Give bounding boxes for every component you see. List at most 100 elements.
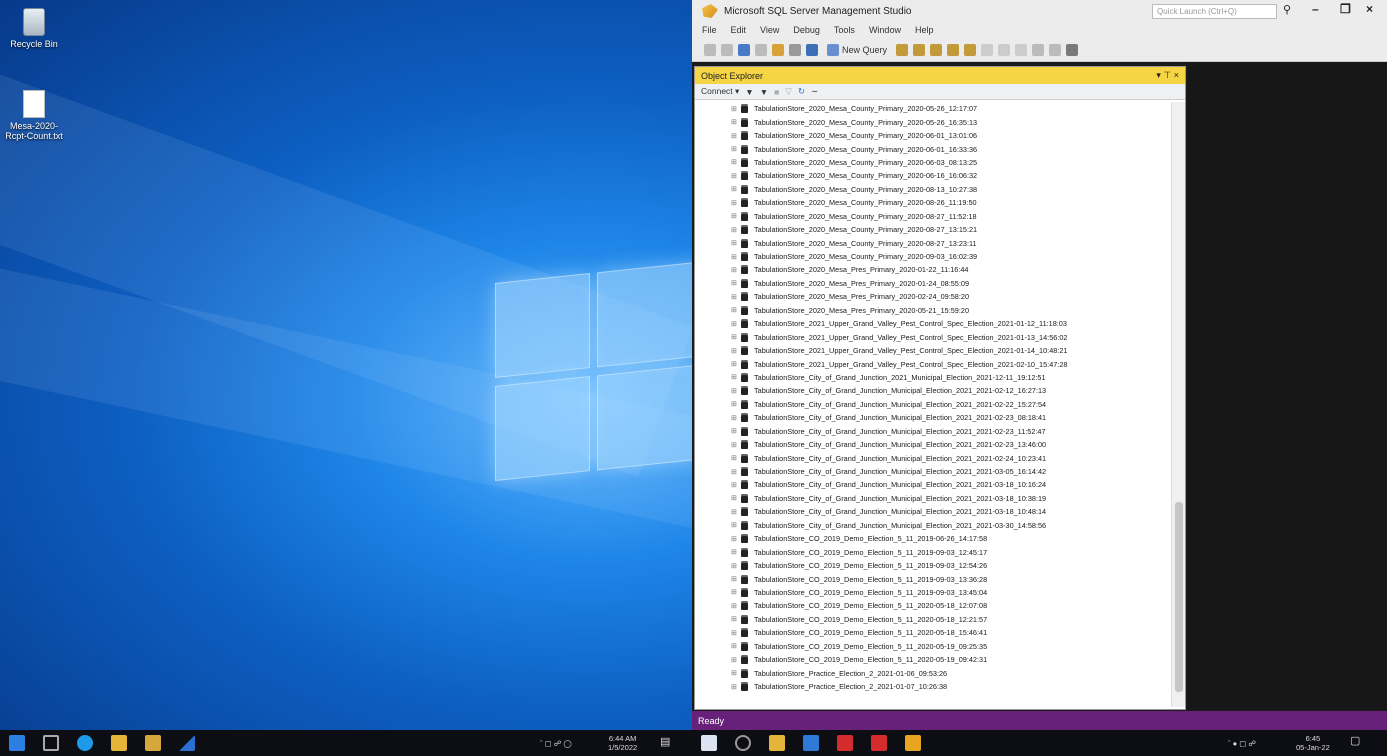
forward-icon[interactable] [721, 43, 733, 56]
database-node[interactable]: ⊞ TabulationStore_CO_2019_Demo_Election_5… [695, 653, 1171, 666]
expand-icon[interactable]: ⊞ [731, 373, 741, 381]
desktop-icon-recycle-bin[interactable]: Recycle Bin [2, 8, 66, 49]
database-node[interactable]: ⊞ TabulationStore_City_of_Grand_Junction_… [695, 505, 1171, 518]
start-icon[interactable] [9, 735, 25, 751]
database-node[interactable]: ⊞ TabulationStore_2020_Mesa_Pres_Primary_… [695, 304, 1171, 317]
expand-icon[interactable]: ⊞ [731, 199, 741, 207]
expand-icon[interactable]: ⊞ [731, 521, 741, 529]
database-query-icon[interactable] [896, 43, 909, 56]
notification-icon[interactable]: ▢ [1350, 736, 1360, 747]
expand-icon[interactable]: ⊞ [731, 548, 741, 556]
analysis-query-icon[interactable] [913, 43, 926, 56]
task-view-icon[interactable] [43, 735, 59, 751]
expand-icon[interactable]: ⊞ [731, 400, 741, 408]
expand-icon[interactable]: ⊞ [731, 588, 741, 596]
database-node[interactable]: ⊞ TabulationStore_CO_2019_Demo_Election_5… [695, 545, 1171, 558]
cut-icon[interactable] [981, 43, 994, 56]
server-manager-icon[interactable] [803, 735, 819, 751]
database-node[interactable]: ⊞ TabulationStore_2020_Mesa_County_Primar… [695, 129, 1171, 142]
database-node[interactable]: ⊞ TabulationStore_2020_Mesa_County_Primar… [695, 156, 1171, 169]
database-node[interactable]: ⊞ TabulationStore_City_of_Grand_Junction_… [695, 411, 1171, 424]
expand-icon[interactable]: ⊞ [731, 333, 741, 341]
clock-right[interactable]: 6:45 05-Jan-22 [1296, 734, 1330, 752]
clock-left[interactable]: 6:44 AM 1/5/2022 [608, 734, 637, 752]
expand-icon[interactable]: ⊞ [731, 414, 741, 422]
expand-icon[interactable]: ⊞ [731, 427, 741, 435]
database-node[interactable]: ⊞ TabulationStore_2020_Mesa_County_Primar… [695, 236, 1171, 249]
database-node[interactable]: ⊞ TabulationStore_CO_2019_Demo_Election_5… [695, 532, 1171, 545]
close-button[interactable]: × [1366, 2, 1373, 16]
new-query-button[interactable]: New Query [827, 43, 887, 56]
menu-edit[interactable]: Edit [731, 25, 747, 35]
folder-icon[interactable] [145, 735, 161, 751]
paste-icon[interactable] [1015, 43, 1028, 56]
expand-icon[interactable]: ⊞ [731, 347, 741, 355]
database-node[interactable]: ⊞ TabulationStore_City_of_Grand_Junction_… [695, 465, 1171, 478]
expand-icon[interactable]: ⊞ [731, 253, 741, 261]
database-node[interactable]: ⊞ TabulationStore_CO_2019_Demo_Election_5… [695, 626, 1171, 639]
database-node[interactable]: ⊞ TabulationStore_CO_2019_Demo_Election_5… [695, 586, 1171, 599]
edge-icon[interactable] [77, 735, 93, 751]
database-node[interactable]: ⊞ TabulationStore_City_of_Grand_Junction_… [695, 478, 1171, 491]
expand-icon[interactable]: ⊞ [731, 105, 741, 113]
database-node[interactable]: ⊞ TabulationStore_CO_2019_Demo_Election_5… [695, 613, 1171, 626]
expand-icon[interactable]: ⊞ [731, 629, 741, 637]
expand-icon[interactable]: ⊞ [731, 145, 741, 153]
expand-icon[interactable]: ⊞ [731, 320, 741, 328]
database-node[interactable]: ⊞ TabulationStore_2020_Mesa_County_Primar… [695, 183, 1171, 196]
database-node[interactable]: ⊞ TabulationStore_City_of_Grand_Junction_… [695, 492, 1171, 505]
database-node[interactable]: ⊞ TabulationStore_2020_Mesa_Pres_Primary_… [695, 263, 1171, 276]
database-node[interactable]: ⊞ TabulationStore_2021_Upper_Grand_Valley… [695, 330, 1171, 343]
database-node[interactable]: ⊞ TabulationStore_Practice_Election_2_202… [695, 680, 1171, 693]
expand-icon[interactable]: ⊞ [731, 266, 741, 274]
notification-icon[interactable]: ▤ [660, 737, 670, 748]
system-tray-icons[interactable]: ˆ ▢ ☍ ◯ [540, 739, 572, 748]
properties-icon[interactable] [1066, 43, 1079, 56]
database-node[interactable]: ⊞ TabulationStore_2020_Mesa_County_Primar… [695, 115, 1171, 128]
panel-pin-close-controls[interactable]: ▾ ⊤ × [1156, 70, 1179, 81]
expand-icon[interactable]: ⊞ [731, 306, 741, 314]
expand-icon[interactable]: ⊞ [731, 602, 741, 610]
expand-icon[interactable]: ⊞ [731, 441, 741, 449]
mdx-query-icon[interactable] [930, 43, 943, 56]
expand-icon[interactable]: ⊞ [731, 562, 741, 570]
connect-button[interactable]: Connect ▾ [701, 86, 739, 97]
database-node[interactable]: ⊞ TabulationStore_CO_2019_Demo_Election_5… [695, 640, 1171, 653]
save-icon[interactable] [789, 43, 801, 56]
expand-icon[interactable]: ⊞ [731, 683, 741, 691]
xmla-query-icon[interactable] [964, 43, 977, 56]
redo-arrow-icon[interactable] [1049, 43, 1062, 56]
maximize-button[interactable]: ❐ [1340, 2, 1351, 16]
database-node[interactable]: ⊞ TabulationStore_Practice_Election_2_202… [695, 666, 1171, 679]
new-project-icon[interactable] [738, 43, 750, 56]
expand-icon[interactable]: ⊞ [731, 575, 741, 583]
minimize-button[interactable]: – [1312, 2, 1319, 16]
undo-arrow-icon[interactable] [1032, 43, 1045, 56]
expand-icon[interactable]: ⊞ [731, 293, 741, 301]
database-node[interactable]: ⊞ TabulationStore_2020_Mesa_County_Primar… [695, 223, 1171, 236]
expand-icon[interactable]: ⊞ [731, 158, 741, 166]
search-icon[interactable]: ⚲ [1283, 3, 1291, 16]
database-node[interactable]: ⊞ TabulationStore_2021_Upper_Grand_Valley… [695, 317, 1171, 330]
filter-icon[interactable]: ▽ [785, 86, 792, 97]
database-node[interactable]: ⊞ TabulationStore_2020_Mesa_Pres_Primary_… [695, 290, 1171, 303]
database-node[interactable]: ⊞ TabulationStore_City_of_Grand_Junction_… [695, 398, 1171, 411]
object-explorer-scrollbar[interactable] [1171, 102, 1185, 707]
refresh-icon[interactable]: ↻ [798, 86, 805, 97]
menu-help[interactable]: Help [915, 25, 934, 35]
activity-monitor-icon[interactable]: ∼ [811, 86, 818, 97]
disconnect-icon[interactable]: ▼ [760, 87, 768, 97]
database-node[interactable]: ⊞ TabulationStore_City_of_Grand_Junction_… [695, 384, 1171, 397]
save-all-icon[interactable] [806, 43, 818, 56]
database-node[interactable]: ⊞ TabulationStore_City_of_Grand_Junction_… [695, 519, 1171, 532]
database-node[interactable]: ⊞ TabulationStore_City_of_Grand_Junction_… [695, 371, 1171, 384]
expand-icon[interactable]: ⊞ [731, 481, 741, 489]
expand-icon[interactable]: ⊞ [731, 172, 741, 180]
expand-icon[interactable]: ⊞ [731, 656, 741, 664]
file-explorer-icon[interactable] [769, 735, 785, 751]
undo-icon[interactable] [755, 43, 767, 56]
app-red-icon[interactable] [837, 735, 853, 751]
ssms-taskbar-icon[interactable] [905, 735, 921, 751]
desktop-icon-text-file[interactable]: Mesa-2020-Rcpt-Count.txt [2, 90, 66, 141]
menu-tools[interactable]: Tools [834, 25, 855, 35]
